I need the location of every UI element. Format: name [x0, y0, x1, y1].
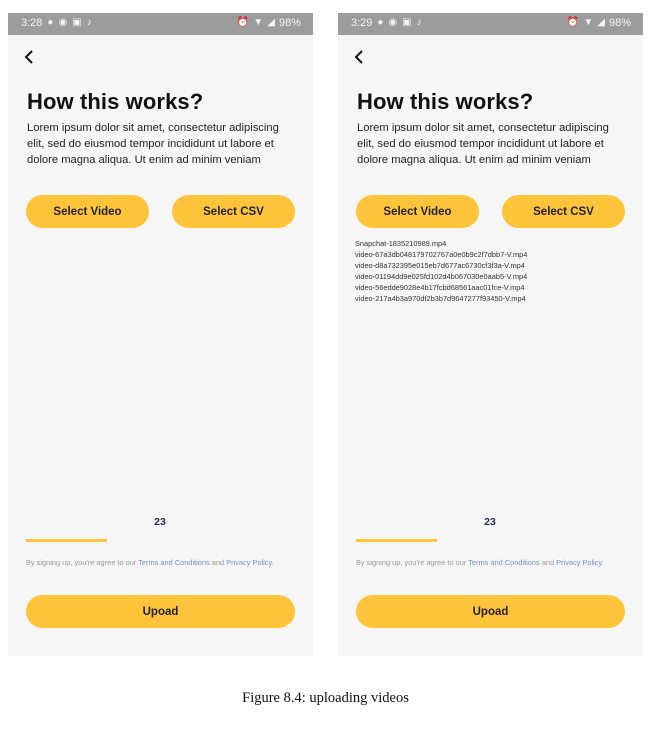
snapchat-icon: ● — [47, 17, 54, 28]
file-item: video-d8a732395e015eb7d677ac6730cf3f3a-V… — [355, 261, 525, 270]
instagram-icon: ▣ — [72, 17, 82, 28]
file-item: video-67a3db048179702767a0e0b9c2f7dbb7-V… — [355, 250, 528, 259]
chevron-left-icon — [24, 50, 33, 64]
description-text: Lorem ipsum dolor sit amet, consectetur … — [357, 122, 609, 166]
tiktok-icon: ♪ — [416, 17, 422, 28]
snapchat-icon: ● — [377, 17, 384, 28]
select-video-button[interactable]: Select Video — [26, 195, 149, 228]
selected-files-list: Snapchat-1835210989.mp4 video-67a3db04817… — [355, 238, 527, 304]
upload-progress-bar — [356, 539, 625, 542]
privacy-link[interactable]: Privacy Policy — [556, 558, 601, 567]
upload-progress-fill — [26, 539, 107, 542]
battery-level: 98% — [608, 17, 631, 29]
file-item: video-56edde9028e4b17fcbd68561aac01fce-V… — [355, 283, 525, 292]
privacy-link[interactable]: Privacy Policy — [226, 558, 271, 567]
page-title: How this works? — [27, 89, 204, 114]
wifi-icon: ▼ — [253, 17, 264, 28]
terms-text: By signing up, you're agree to our Terms… — [26, 558, 274, 567]
select-video-button[interactable]: Select Video — [356, 195, 479, 228]
chevron-left-icon — [354, 50, 363, 64]
upload-progress-fill — [356, 539, 437, 542]
battery-level: 98% — [278, 17, 301, 29]
status-time: 3:28 — [21, 17, 43, 29]
status-time: 3:29 — [351, 17, 373, 29]
phone-screen-right: 3:29 ● ◉ ▣ ♪ ⏰ ▼ ◢ 98% How this works? L… — [338, 13, 643, 656]
signal-icon: ◢ — [267, 17, 275, 28]
upload-button[interactable]: Upoad — [26, 595, 295, 628]
status-bar: 3:28 ● ◉ ▣ ♪ ⏰ ▼ ◢ 98% — [8, 13, 313, 35]
select-csv-button[interactable]: Select CSV — [502, 195, 625, 228]
upload-count: 23 — [484, 516, 496, 528]
alarm-icon: ⏰ — [236, 17, 250, 28]
description-text: Lorem ipsum dolor sit amet, consectetur … — [27, 122, 279, 166]
instagram-icon: ▣ — [402, 17, 412, 28]
terms-link[interactable]: Terms and Conditions — [138, 558, 209, 567]
alarm-icon: ⏰ — [566, 17, 580, 28]
terms-text: By signing up, you're agree to our Terms… — [356, 558, 604, 567]
back-button[interactable] — [352, 49, 368, 65]
status-bar: 3:29 ● ◉ ▣ ♪ ⏰ ▼ ◢ 98% — [338, 13, 643, 35]
upload-count: 23 — [154, 516, 166, 528]
phone-screen-left: 3:28 ● ◉ ▣ ♪ ⏰ ▼ ◢ 98% How this works? L… — [8, 13, 313, 656]
messenger-icon: ◉ — [388, 17, 398, 28]
tiktok-icon: ♪ — [86, 17, 92, 28]
wifi-icon: ▼ — [583, 17, 594, 28]
upload-progress-bar — [26, 539, 295, 542]
messenger-icon: ◉ — [58, 17, 68, 28]
upload-button[interactable]: Upoad — [356, 595, 625, 628]
figure-caption: Figure 8.4: uploading videos — [242, 690, 409, 706]
select-csv-button[interactable]: Select CSV — [172, 195, 295, 228]
file-item: video-01194dd9e025fd102d4b067030e0aab5-V… — [355, 272, 528, 281]
back-button[interactable] — [22, 49, 38, 65]
signal-icon: ◢ — [597, 17, 605, 28]
page-title: How this works? — [357, 89, 534, 114]
file-item: Snapchat-1835210989.mp4 — [355, 239, 447, 248]
file-item: video-217a4b3a970df2b3b7d9647277f93450-V… — [355, 294, 526, 303]
terms-link[interactable]: Terms and Conditions — [468, 558, 539, 567]
